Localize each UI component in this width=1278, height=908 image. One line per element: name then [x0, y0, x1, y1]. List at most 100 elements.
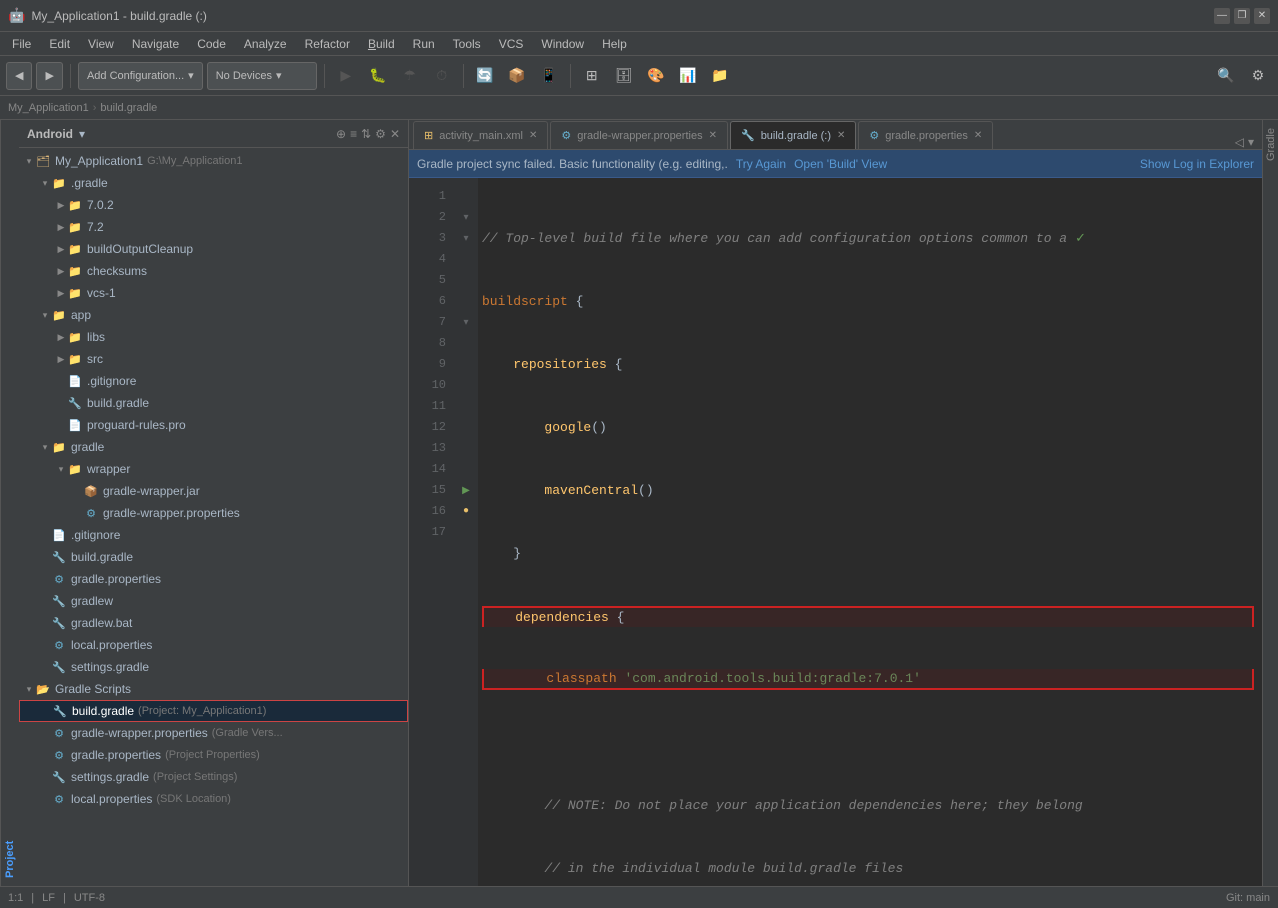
- line-12: 12: [409, 417, 446, 438]
- tree-gradlew[interactable]: ▶ 🔧 gradlew: [19, 590, 408, 612]
- tab-activity-main[interactable]: ⊞ activity_main.xml ✕: [413, 121, 548, 149]
- collapse-all-icon[interactable]: ≡: [350, 127, 357, 141]
- open-build-link[interactable]: Open 'Build' View: [794, 157, 887, 171]
- menu-tools[interactable]: Tools: [445, 35, 489, 53]
- tab-wrapper-props[interactable]: ⚙ gradle-wrapper.properties ✕: [550, 121, 728, 149]
- code-content[interactable]: // Top-level build file where you can ad…: [478, 178, 1262, 886]
- settings-button[interactable]: ⚙: [1244, 62, 1272, 90]
- tree-src[interactable]: ▶ 📁 src: [19, 348, 408, 370]
- tree-root[interactable]: ▾ 🗂 My_Application1 G:\My_Application1: [19, 150, 408, 172]
- root-gitignore-icon: 📄: [51, 527, 67, 543]
- tree-settings-gs[interactable]: ▶ 🔧 settings.gradle (Project Settings): [19, 766, 408, 788]
- menu-refactor[interactable]: Refactor: [297, 35, 358, 53]
- menu-help[interactable]: Help: [594, 35, 635, 53]
- tree-libs[interactable]: ▶ 📁 libs: [19, 326, 408, 348]
- minimize-button[interactable]: —: [1214, 8, 1230, 24]
- tree-wrapper[interactable]: ▾ 📁 wrapper: [19, 458, 408, 480]
- try-again-link[interactable]: Try Again: [736, 157, 786, 171]
- title-bar-left: 🤖 My_Application1 - build.gradle (:): [8, 7, 207, 24]
- tree-72[interactable]: ▶ 📁 7.2: [19, 216, 408, 238]
- tree-app[interactable]: ▾ 📁 app: [19, 304, 408, 326]
- tree-gradle-props[interactable]: ▶ ⚙ gradle.properties: [19, 568, 408, 590]
- tab-more-icon[interactable]: ▾: [1248, 135, 1254, 149]
- locate-file-icon[interactable]: ⊕: [336, 127, 346, 141]
- show-log-link[interactable]: Show Log in Explorer: [1140, 157, 1254, 171]
- tree-app-gitignore[interactable]: ▶ 📄 .gitignore: [19, 370, 408, 392]
- fold-2-icon[interactable]: ▾: [463, 212, 468, 224]
- tree-settings-gradle[interactable]: ▶ 🔧 settings.gradle: [19, 656, 408, 678]
- profile-button[interactable]: ⏱: [428, 62, 456, 90]
- gear-icon[interactable]: ⚙: [375, 127, 386, 141]
- settings-gs-label: settings.gradle: [71, 770, 149, 784]
- tree-wrapper-props-gs[interactable]: ▶ ⚙ gradle-wrapper.properties (Gradle Ve…: [19, 722, 408, 744]
- tree-702[interactable]: ▶ 📁 7.0.2: [19, 194, 408, 216]
- forward-button[interactable]: ▶: [36, 62, 62, 90]
- local-gs-icon: ⚙: [51, 791, 67, 807]
- breadcrumb-project[interactable]: My_Application1: [8, 102, 89, 114]
- fold-7-icon[interactable]: ▾: [463, 317, 468, 329]
- device-explorer-button[interactable]: 📁: [706, 62, 734, 90]
- tab-recent-files-icon[interactable]: ◁: [1235, 135, 1244, 149]
- tab-activity-label: activity_main.xml: [439, 130, 523, 142]
- tree-gradle[interactable]: ▾ 📁 gradle: [19, 436, 408, 458]
- menu-view[interactable]: View: [80, 35, 122, 53]
- tree-root-gitignore[interactable]: ▶ 📄 .gitignore: [19, 524, 408, 546]
- tab-activity-close[interactable]: ✕: [529, 130, 537, 141]
- close-panel-icon[interactable]: ✕: [390, 127, 400, 141]
- resource-manager-button[interactable]: 🎨: [642, 62, 670, 90]
- layout-inspector-button[interactable]: ⊞: [578, 62, 606, 90]
- avd-manager-button[interactable]: 📱: [535, 62, 563, 90]
- menu-run[interactable]: Run: [405, 35, 443, 53]
- android-dropdown-icon[interactable]: ▾: [79, 127, 85, 141]
- menu-navigate[interactable]: Navigate: [124, 35, 187, 53]
- breadcrumb-file[interactable]: build.gradle: [100, 102, 157, 114]
- db-inspector-button[interactable]: 🗄: [610, 62, 638, 90]
- tab-wrapper-close[interactable]: ✕: [709, 130, 717, 141]
- close-button[interactable]: ✕: [1254, 8, 1270, 24]
- code-editor[interactable]: 1 2 3 4 5 6 7 8 9 10 11 12 13 14 15 16 1…: [409, 178, 1262, 886]
- menu-window[interactable]: Window: [533, 35, 592, 53]
- tab-build-gradle-close[interactable]: ✕: [837, 130, 845, 141]
- tree-root-build-gradle[interactable]: ▶ 🔧 build.gradle: [19, 546, 408, 568]
- gradle-panel-label[interactable]: Gradle: [1265, 120, 1277, 169]
- sync-button[interactable]: 🔄: [471, 62, 499, 90]
- maximize-button[interactable]: ❐: [1234, 8, 1250, 24]
- profiler-button[interactable]: 📊: [674, 62, 702, 90]
- tree-app-build-gradle[interactable]: ▶ 🔧 build.gradle: [19, 392, 408, 414]
- tree-wrapper-props[interactable]: ▶ ⚙ gradle-wrapper.properties: [19, 502, 408, 524]
- search-everywhere-button[interactable]: 🔍: [1212, 62, 1240, 90]
- project-side-label[interactable]: Project: [0, 120, 19, 886]
- menu-vcs[interactable]: VCS: [491, 35, 532, 53]
- tree-proguard[interactable]: ▶ 📄 proguard-rules.pro: [19, 414, 408, 436]
- tree-wrapper-jar[interactable]: ▶ 📦 gradle-wrapper.jar: [19, 480, 408, 502]
- menu-file[interactable]: File: [4, 35, 39, 53]
- sort-icon[interactable]: ⇅: [361, 127, 371, 141]
- tree-gradle-folder[interactable]: ▾ 📁 .gradle: [19, 172, 408, 194]
- menu-edit[interactable]: Edit: [41, 35, 78, 53]
- tab-gradle-props[interactable]: ⚙ gradle.properties ✕: [858, 121, 993, 149]
- tree-local-props[interactable]: ▶ ⚙ local.properties: [19, 634, 408, 656]
- back-button[interactable]: ◀: [6, 62, 32, 90]
- gutter-6: [454, 291, 478, 312]
- tree-project-build-gradle[interactable]: ▶ 🔧 build.gradle (Project: My_Applicatio…: [19, 700, 408, 722]
- tree-local-gs[interactable]: ▶ ⚙ local.properties (SDK Location): [19, 788, 408, 810]
- run-button[interactable]: ▶: [332, 62, 360, 90]
- tab-build-gradle[interactable]: 🔧 build.gradle (:) ✕: [730, 121, 856, 149]
- fold-3-icon[interactable]: ▾: [463, 233, 468, 245]
- device-selector[interactable]: No Devices ▾: [207, 62, 317, 90]
- menu-code[interactable]: Code: [189, 35, 234, 53]
- menu-build[interactable]: Build: [360, 35, 403, 53]
- menu-analyze[interactable]: Analyze: [236, 35, 295, 53]
- tab-gradle-props-close[interactable]: ✕: [974, 130, 982, 141]
- add-configuration-button[interactable]: Add Configuration... ▾: [78, 62, 203, 90]
- debug-button[interactable]: 🐛: [364, 62, 392, 90]
- run-15-icon[interactable]: ▶: [462, 485, 470, 497]
- tree-vcs1[interactable]: ▶ 📁 vcs-1: [19, 282, 408, 304]
- coverage-button[interactable]: ☂: [396, 62, 424, 90]
- tree-build-output[interactable]: ▶ 📁 buildOutputCleanup: [19, 238, 408, 260]
- tree-gradle-scripts-header[interactable]: ▾ 📂 Gradle Scripts: [19, 678, 408, 700]
- tree-gradlew-bat[interactable]: ▶ 🔧 gradlew.bat: [19, 612, 408, 634]
- tree-gradle-props-gs[interactable]: ▶ ⚙ gradle.properties (Project Propertie…: [19, 744, 408, 766]
- tree-checksums[interactable]: ▶ 📁 checksums: [19, 260, 408, 282]
- sdk-manager-button[interactable]: 📦: [503, 62, 531, 90]
